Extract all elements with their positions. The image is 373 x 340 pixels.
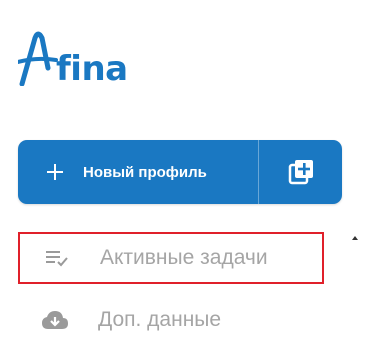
- cloud-download-icon: [40, 308, 70, 332]
- new-profile-label: Новый профиль: [83, 163, 207, 181]
- afina-logo-icon: [18, 31, 58, 86]
- plus-icon: [46, 163, 64, 181]
- scroll-up-arrow-icon[interactable]: [352, 236, 358, 240]
- sidebar-item-active-tasks[interactable]: Активные задачи: [18, 232, 324, 284]
- sidebar-item-label: Доп. данные: [98, 308, 222, 331]
- add-box-icon: [288, 160, 313, 185]
- app-logo[interactable]: fina: [18, 24, 128, 86]
- playlist-check-icon: [42, 246, 72, 270]
- new-profile-menu-button[interactable]: [259, 140, 342, 204]
- sidebar-item-label: Активные задачи: [100, 246, 268, 269]
- new-profile-button-group: Новый профиль: [18, 140, 342, 204]
- logo-text: fina: [56, 49, 128, 89]
- sidebar: fina Новый профиль Активные задачи Доп. …: [0, 0, 373, 340]
- new-profile-button[interactable]: Новый профиль: [18, 140, 258, 204]
- sidebar-item-additional-data[interactable]: Доп. данные: [18, 297, 221, 340]
